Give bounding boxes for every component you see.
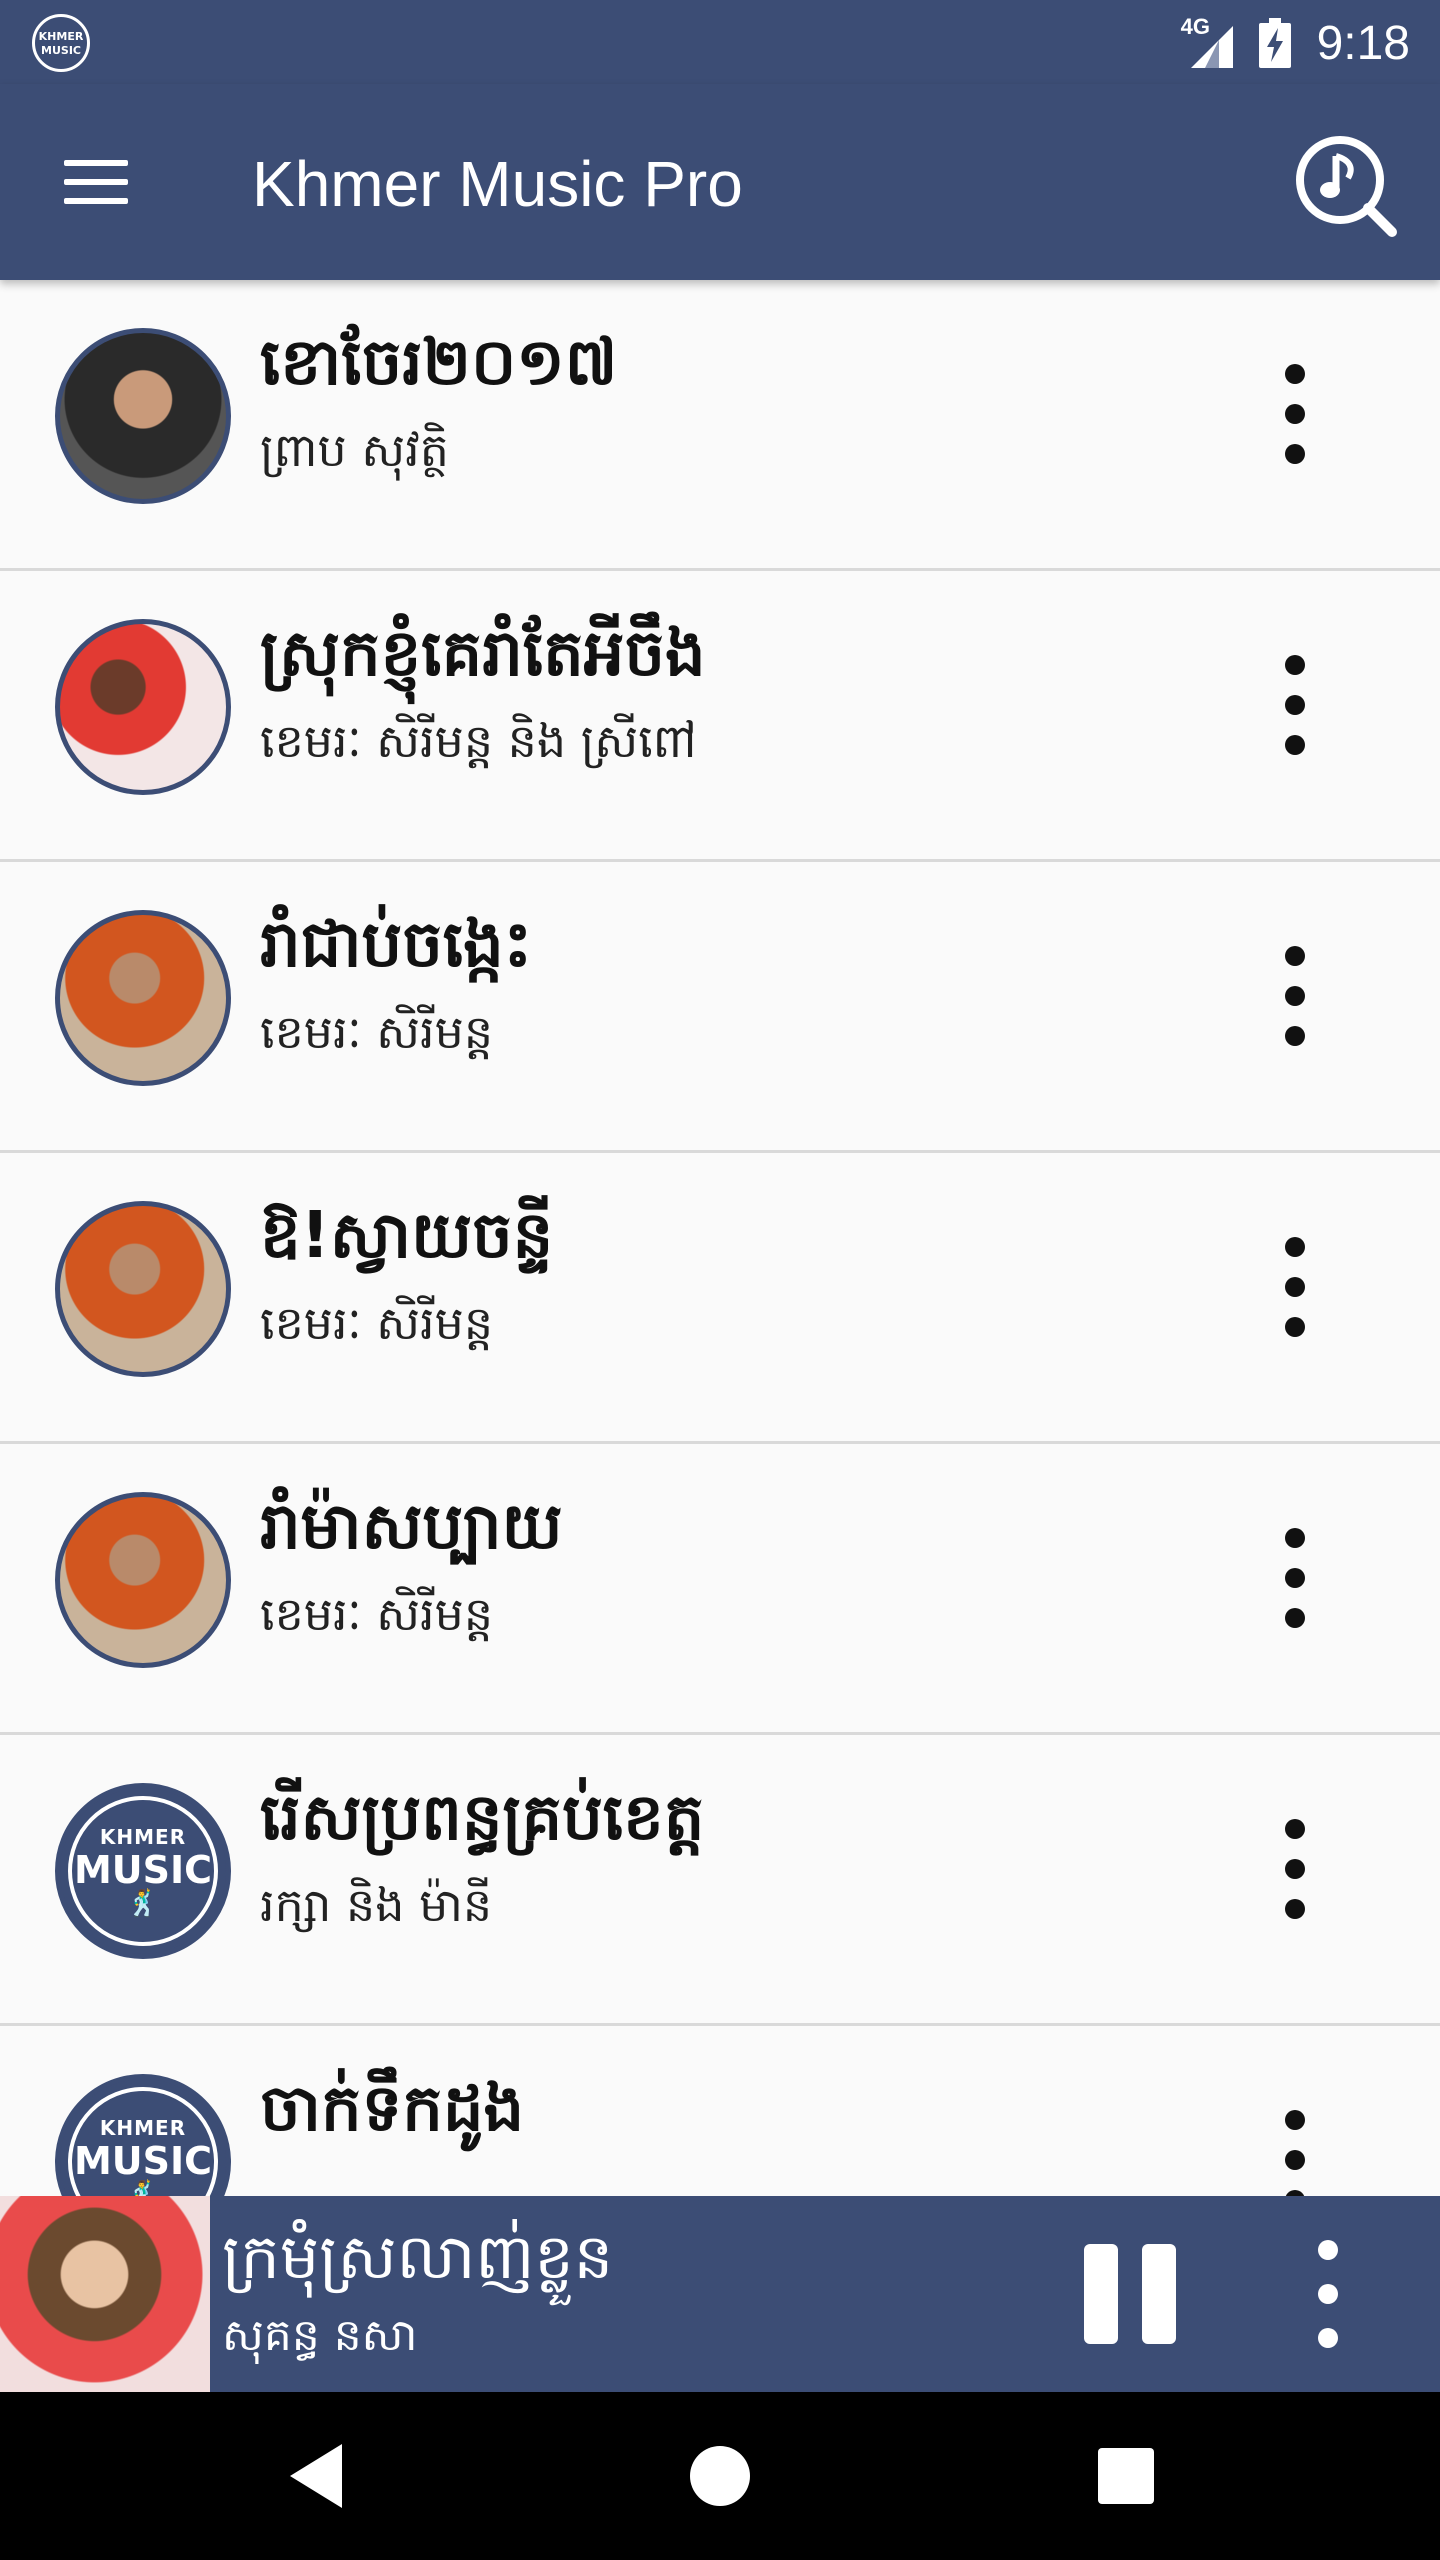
song-row[interactable]: រាំម៉ាសប្បាយ ខេមរៈ សិរីមន្ត (0, 1444, 1440, 1735)
dancer-icon: 🕺 (126, 1889, 160, 1919)
system-navigation-bar (0, 2392, 1440, 2560)
song-row[interactable]: ខោចែរ២០១៧ ព្រាប សុវត្ថិ (0, 280, 1440, 571)
song-title: រាំម៉ាសប្បាយ (260, 1490, 563, 1564)
song-artist: រក្សា និង ម៉ានី (260, 1878, 493, 1932)
more-options-icon[interactable] (1270, 2110, 1320, 2196)
song-row[interactable]: ស្រុកខ្ញុំគេរាំតែអីចឹង ខេមរៈ សិរីមន្ត និ… (0, 571, 1440, 862)
artist-avatar (55, 910, 231, 1086)
hamburger-menu-icon[interactable] (62, 152, 134, 212)
dancer-icon: 🕺 (126, 2180, 160, 2196)
status-icons: 4G 9:18 (1181, 8, 1410, 78)
song-artist: ព្រាប សុវត្ថិ (260, 423, 449, 477)
song-artist: ខេមរៈ សិរីមន្ត (260, 1296, 494, 1350)
artist-avatar (55, 1201, 231, 1377)
song-title: រើសប្រពន្ធគ្រប់ខេត្ត (260, 1781, 705, 1855)
back-icon[interactable] (278, 2436, 358, 2516)
more-options-icon[interactable] (1270, 655, 1320, 765)
battery-charging-icon (1258, 18, 1291, 68)
cell-signal-icon: 4G (1181, 14, 1233, 68)
more-options-icon[interactable] (1270, 946, 1320, 1056)
status-logo-main-text: MUSIC (41, 44, 81, 57)
song-artist: ខេមរៈ សិរីមន្ត (260, 1005, 494, 1059)
song-title: ឱ!ស្វាយចន្ទី (260, 1199, 554, 1273)
artist-avatar (55, 1492, 231, 1668)
song-title: ចាក់ទឹកដូង (260, 2072, 525, 2146)
pause-icon[interactable] (1084, 2244, 1176, 2344)
now-playing-bar[interactable]: ក្រមុំស្រលាញ់ខ្លួន សុគន្ធ នសា (0, 2196, 1440, 2392)
now-playing-more-icon[interactable] (1304, 2240, 1352, 2350)
more-options-icon[interactable] (1270, 1528, 1320, 1638)
more-options-icon[interactable] (1270, 1237, 1320, 1347)
app-notification-icon: KHMER MUSIC (32, 14, 90, 72)
song-title: ខោចែរ២០១៧ (260, 326, 618, 400)
more-options-icon[interactable] (1270, 364, 1320, 474)
song-artist: ខេមរៈ សិរីមន្ត (260, 1587, 494, 1641)
song-title: រាំជាប់ចង្កេះ (260, 908, 532, 982)
song-artist: ខេមរៈ សិរីមន្ត និង ស្រីពៅ (260, 714, 697, 768)
now-playing-artist: សុគន្ធ នសា (222, 2310, 418, 2361)
artist-avatar (55, 619, 231, 795)
khmer-music-logo-avatar: KHMER MUSIC 🕺 (55, 1783, 231, 1959)
song-title: ស្រុកខ្ញុំគេរាំតែអីចឹង (260, 617, 706, 691)
now-playing-title: ក្រមុំស្រលាញ់ខ្លួន (222, 2220, 614, 2293)
now-playing-album-art (0, 2196, 210, 2392)
logo-main-text: MUSIC (73, 1848, 213, 1892)
song-row[interactable]: KHMER MUSIC 🕺 រើសប្រពន្ធគ្រប់ខេត្ត រក្សា… (0, 1735, 1440, 2026)
status-logo-top-text: KHMER (38, 30, 84, 43)
recent-apps-icon[interactable] (1086, 2436, 1166, 2516)
song-list: ខោចែរ២០១៧ ព្រាប សុវត្ថិ ស្រុកខ្ញុំគេរាំត… (0, 280, 1440, 2196)
song-row[interactable]: ឱ!ស្វាយចន្ទី ខេមរៈ សិរីមន្ត (0, 1153, 1440, 1444)
music-search-icon[interactable] (1290, 130, 1400, 240)
logo-top-text: KHMER (99, 1825, 187, 1849)
logo-top-text: KHMER (99, 2116, 187, 2140)
artist-avatar (55, 328, 231, 504)
khmer-music-logo-avatar: KHMER MUSIC 🕺 (55, 2074, 231, 2196)
more-options-icon[interactable] (1270, 1819, 1320, 1929)
network-type-label: 4G (1180, 14, 1210, 39)
song-row[interactable]: KHMER MUSIC 🕺 ចាក់ទឹកដូង (0, 2026, 1440, 2196)
home-icon[interactable] (680, 2436, 760, 2516)
status-bar: KHMER MUSIC 4G 9:18 (0, 0, 1440, 84)
song-row[interactable]: រាំជាប់ចង្កេះ ខេមរៈ សិរីមន្ត (0, 862, 1440, 1153)
status-clock: 9:18 (1316, 16, 1410, 70)
app-bar: Khmer Music Pro (0, 84, 1440, 280)
logo-main-text: MUSIC (73, 2139, 213, 2183)
app-title: Khmer Music Pro (252, 148, 743, 220)
